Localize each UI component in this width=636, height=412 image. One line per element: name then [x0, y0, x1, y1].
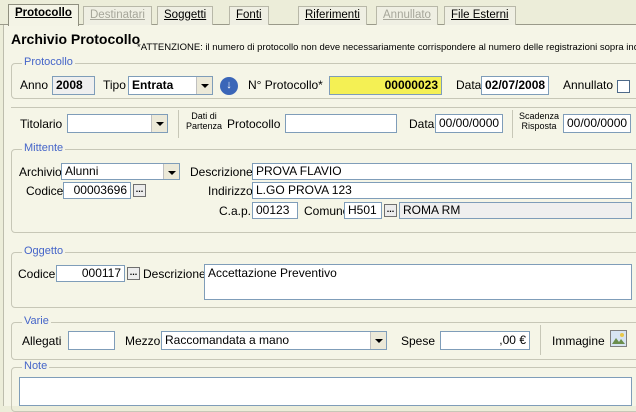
- indirizzo-label: Indirizzo: [208, 184, 253, 198]
- partenza-protocollo-label: Protocollo: [227, 117, 281, 131]
- mezzo-label: Mezzo: [125, 334, 161, 348]
- tipo-value: Entrata: [132, 78, 174, 92]
- oggetto-codice-field[interactable]: 000117: [56, 265, 125, 282]
- anno-label: Anno: [20, 78, 49, 92]
- mittente-descrizione-label: Descrizione: [190, 165, 253, 179]
- separator: [540, 325, 541, 355]
- oggetto-legend: Oggetto: [22, 245, 66, 257]
- partenza-data-field[interactable]: 00/00/0000: [435, 114, 503, 133]
- archivio-label: Archivio: [19, 165, 62, 179]
- scadenza-label-line2: Risposta: [521, 121, 557, 131]
- dati-label-line2: Partenza: [186, 121, 223, 131]
- varie-legend: Varie: [22, 315, 51, 327]
- oggetto-descrizione-label: Descrizione: [143, 267, 206, 281]
- comune-code-field[interactable]: H501: [344, 202, 382, 219]
- image-icon[interactable]: [610, 330, 627, 347]
- chevron-down-icon: [163, 164, 179, 179]
- cap-field[interactable]: 00123: [252, 202, 298, 219]
- anno-field[interactable]: 2008: [52, 76, 95, 95]
- scadenza-label: Scadenza Risposta: [519, 111, 559, 131]
- annullato-checkbox[interactable]: [617, 80, 630, 93]
- note-legend: Note: [22, 360, 50, 372]
- data-label: Data: [456, 78, 482, 92]
- mittente-legend: Mittente: [22, 142, 66, 154]
- arrow-down-icon[interactable]: ↓: [220, 77, 238, 95]
- dati-partenza-label: Dati di Partenza: [186, 111, 222, 131]
- separator: [178, 110, 179, 138]
- chevron-down-icon: [151, 115, 167, 132]
- protocollo-legend: Protocollo: [22, 56, 75, 68]
- comune-label: Comune: [304, 204, 350, 218]
- scadenza-label-line1: Scadenza: [519, 111, 560, 121]
- dati-label-line1: Dati di: [191, 111, 217, 121]
- mittente-descrizione-field[interactable]: PROVA FLAVIO: [252, 163, 632, 180]
- tab-file-esterni[interactable]: File Esterni: [444, 6, 516, 25]
- divider: [11, 107, 636, 108]
- tab-soggetti[interactable]: Soggetti: [157, 6, 214, 25]
- tipo-label: Tipo: [103, 78, 126, 92]
- titolario-label: Titolario: [20, 117, 63, 131]
- tipo-select[interactable]: Entrata: [128, 76, 213, 95]
- chevron-down-icon: [196, 77, 212, 94]
- mittente-codice-label: Codice: [26, 184, 64, 198]
- spese-field[interactable]: ,00 €: [440, 331, 530, 350]
- scadenza-field[interactable]: 00/00/0000: [563, 114, 631, 133]
- data-field[interactable]: 02/07/2008: [481, 76, 549, 95]
- allegati-field[interactable]: [68, 331, 115, 350]
- comune-name-field: ROMA RM: [399, 202, 632, 219]
- numero-protocollo-label: N° Protocollo*: [248, 78, 323, 92]
- immagine-label: Immagine: [552, 334, 605, 348]
- indirizzo-field[interactable]: L.GO PROVA 123: [252, 182, 632, 199]
- mittente-codice-field[interactable]: 00003696: [63, 182, 131, 199]
- oggetto-codice-lookup-button[interactable]: ...: [127, 267, 140, 280]
- separator: [512, 110, 513, 138]
- tab-fonti[interactable]: Fonti: [229, 6, 269, 25]
- mezzo-value: Raccomandata a mano: [165, 333, 290, 347]
- archivio-value: Alunni: [65, 164, 99, 178]
- oggetto-codice-label: Codice: [18, 267, 56, 281]
- image-glyph: [612, 333, 625, 344]
- chevron-down-icon: [370, 332, 386, 349]
- tab-annullato[interactable]: Annullato: [376, 6, 438, 25]
- notice-text: *ATTENZIONE: il numero di protocollo non…: [137, 42, 636, 53]
- cap-label: C.a.p.: [219, 204, 252, 218]
- tab-protocollo[interactable]: Protocollo: [8, 4, 79, 26]
- oggetto-descrizione-field[interactable]: Accettazione Preventivo: [204, 264, 632, 300]
- tab-destinatari[interactable]: Destinatari: [83, 6, 152, 25]
- partenza-protocollo-field[interactable]: [285, 114, 397, 133]
- spese-label: Spese: [401, 334, 436, 348]
- mezzo-select[interactable]: Raccomandata a mano: [161, 331, 387, 350]
- tab-riferimenti[interactable]: Riferimenti: [298, 6, 367, 25]
- titolario-select[interactable]: [67, 114, 168, 133]
- archivio-select[interactable]: Alunni: [61, 163, 180, 180]
- comune-lookup-button[interactable]: ...: [384, 204, 397, 217]
- note-field[interactable]: [19, 377, 632, 406]
- page-title: Archivio Protocollo: [11, 31, 141, 47]
- annullato-label: Annullato: [563, 78, 614, 92]
- mittente-codice-lookup-button[interactable]: ...: [133, 184, 146, 197]
- numero-protocollo-field[interactable]: 00000023: [329, 76, 442, 95]
- partenza-data-label: Data: [409, 117, 435, 131]
- allegati-label: Allegati: [22, 334, 62, 348]
